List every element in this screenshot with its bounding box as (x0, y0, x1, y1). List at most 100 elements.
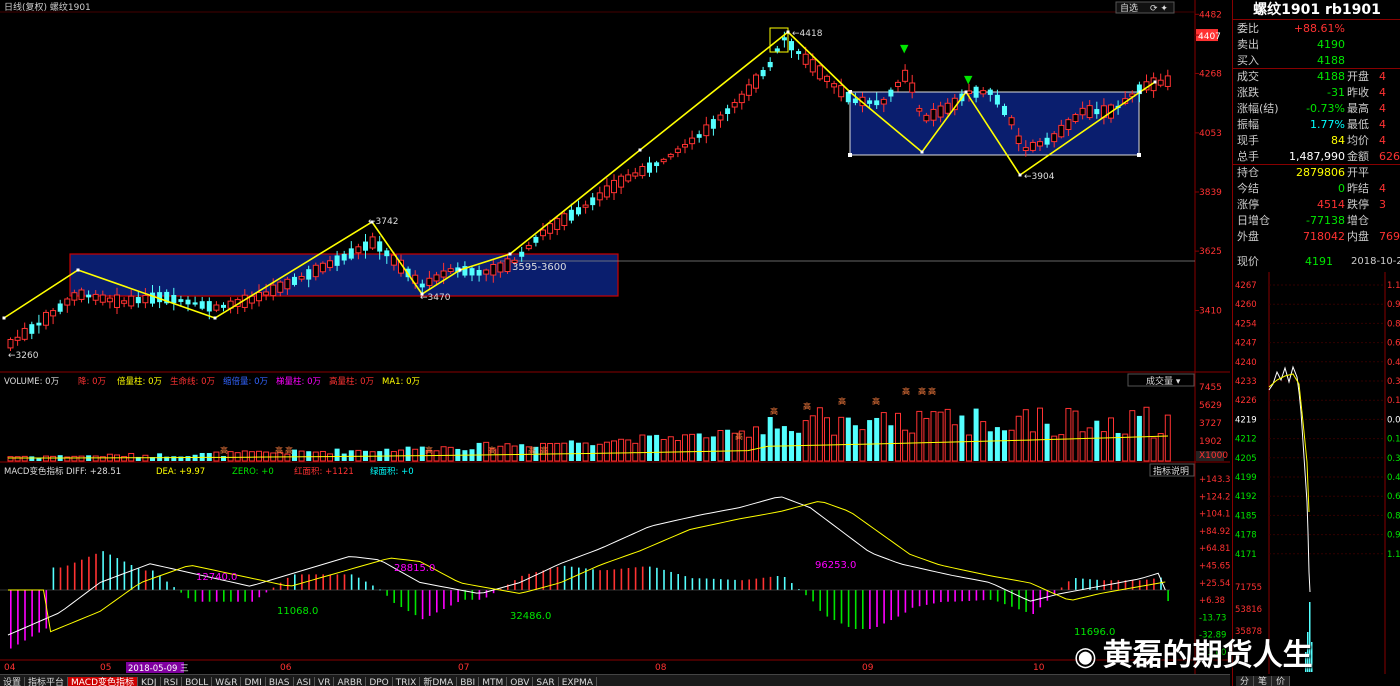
macd-histogram-bar (592, 569, 594, 590)
macd-histogram-bar (634, 567, 637, 590)
volume-bar (298, 450, 305, 462)
volume-bar (248, 451, 255, 462)
quote-row-value: +88.61% (1293, 22, 1345, 35)
macd-histogram-bar (428, 590, 431, 616)
tab-11[interactable]: ARBR (334, 677, 367, 686)
volume-bar (816, 407, 823, 462)
quote-row: 委比 +88.61% (1233, 21, 1400, 37)
tab-1[interactable]: 指标平台 (25, 677, 69, 686)
right-tab-2[interactable]: 价 (1272, 676, 1291, 686)
tab-2[interactable]: MACD变色指标 (68, 677, 139, 686)
volume-bar (263, 451, 270, 462)
macd-legend-3: ZERO: +0 (232, 467, 274, 477)
macd-histogram-bar (223, 590, 225, 602)
volume-legend-7: MA1: 0万 (382, 377, 420, 387)
macd-histogram-bar (890, 590, 892, 621)
volume-bar (568, 440, 574, 461)
macd-axis-label: +124.2 (1199, 492, 1230, 502)
tab-17[interactable]: OBV (507, 677, 534, 686)
volume-bar (504, 443, 511, 462)
volume-bar (547, 442, 554, 462)
volume-legend-1: 降: 0万 (78, 376, 106, 387)
tab-5[interactable]: BOLL (182, 677, 213, 686)
tab-10[interactable]: VR (315, 677, 335, 686)
volume-bar (845, 417, 851, 461)
tab-7[interactable]: DMI (241, 677, 266, 686)
macd-histogram-bar (343, 574, 346, 590)
volume-bar (334, 448, 340, 461)
volume-bar (703, 437, 710, 462)
mini-axis-label: 4178 (1235, 531, 1257, 541)
macd-histogram-bar (1018, 590, 1020, 610)
quote-row-value: 4188 (1317, 54, 1345, 67)
quote-row-value2: 769 (1379, 230, 1400, 243)
watermark-text: 黄磊的期货人生 (1102, 638, 1313, 673)
tab-14[interactable]: 新DMA (420, 677, 458, 686)
annotation-box-range: 3595-3600 (512, 262, 567, 273)
month-label: 04 (4, 663, 16, 673)
button-zixuan[interactable]: 自选 (1120, 2, 1138, 14)
macd-histogram-bar (443, 590, 445, 609)
macd-histogram-bar (180, 590, 182, 593)
volume-bar (895, 412, 901, 462)
mini-pct-label: 0.4 (1387, 473, 1400, 483)
volume-bar (667, 436, 674, 462)
tab-13[interactable]: TRIX (393, 677, 421, 686)
tab-8[interactable]: BIAS (266, 677, 294, 686)
tab-3[interactable]: KDJ (138, 677, 161, 686)
volume-high-label: 高 (488, 445, 496, 455)
tab-12[interactable]: DPO (366, 677, 393, 686)
volume-bar (689, 433, 696, 462)
volume-axis-label: 1902 (1199, 437, 1222, 447)
tab-9[interactable]: ASI (294, 677, 316, 686)
volume-bar (973, 408, 979, 461)
volume-bar (611, 440, 617, 462)
volume-bar (121, 456, 128, 462)
kline-chart[interactable]: 日线(复权) 螺纹1901 自选 ⟳ ✦ ▼ ▼ ←4418 ←3260 ←3742 ←… (0, 0, 1230, 686)
macd-histogram-bar (968, 590, 971, 601)
macd-histogram-bar (876, 590, 878, 627)
volume-high-label: 高 (918, 386, 926, 396)
month-label: 05 (100, 663, 111, 673)
macd-histogram-bar (776, 576, 779, 590)
macd-histogram-bar (421, 590, 424, 620)
macd-histogram-bar (414, 590, 417, 616)
volume-bar (412, 448, 419, 462)
macd-histogram-bar (656, 567, 658, 590)
right-tab-1[interactable]: 笔 (1254, 676, 1273, 686)
top-buttons[interactable]: 自选 ⟳ ✦ (1115, 1, 1175, 14)
candle (1072, 112, 1079, 124)
macd-histogram-bar (137, 568, 140, 590)
tab-0[interactable]: 设置 (0, 677, 26, 686)
right-tab-0[interactable]: 分 (1236, 676, 1255, 686)
macd-histogram-bar (436, 590, 438, 613)
mini-axis-label: 4205 (1235, 454, 1257, 464)
volume-bar (447, 446, 454, 462)
volume-bar (745, 436, 752, 462)
tab-6[interactable]: W&R (212, 677, 242, 686)
button-jiagan[interactable]: ⟳ ✦ (1150, 4, 1168, 14)
indicator-tabs[interactable]: 设置 指标平台 MACD变色指标 KDJ RSI BOLL W&R DMI BIAS ASI VR A… (0, 674, 1230, 686)
mini-axis-label: 4260 (1235, 300, 1257, 310)
quote-row: 涨幅(结) -0.73% 最高 4 (1233, 101, 1400, 117)
macd-histogram-bar (528, 573, 530, 590)
macd-histogram-bar (393, 590, 395, 603)
intraday-chart[interactable]: 4267 1.1 4260 0.9 4254 0.8 4247 0.6 4240 0.4 4233 0… (1233, 272, 1400, 674)
volume-bar (987, 431, 993, 461)
macd-legend-0: MACD变色指标 (4, 466, 64, 477)
right-tabs[interactable]: 分笔价 (1236, 674, 1400, 686)
macd-histogram-bar (88, 556, 90, 590)
volume-bar (1044, 423, 1050, 461)
tab-19[interactable]: EXPMA (559, 677, 597, 686)
tab-15[interactable]: BBI (457, 677, 480, 686)
volume-high-label: 高 (285, 445, 293, 455)
macd-histogram-bar (720, 579, 722, 590)
macd-histogram-bar (372, 585, 374, 590)
mini-pct-label: 0.8 (1387, 319, 1400, 329)
macd-histogram-bar (613, 569, 616, 590)
macd-histogram-bar (286, 577, 289, 590)
tab-4[interactable]: RSI (161, 677, 183, 686)
macd-histogram-bar (748, 579, 750, 590)
tab-16[interactable]: MTM (479, 677, 508, 686)
tab-18[interactable]: SAR (533, 677, 559, 686)
